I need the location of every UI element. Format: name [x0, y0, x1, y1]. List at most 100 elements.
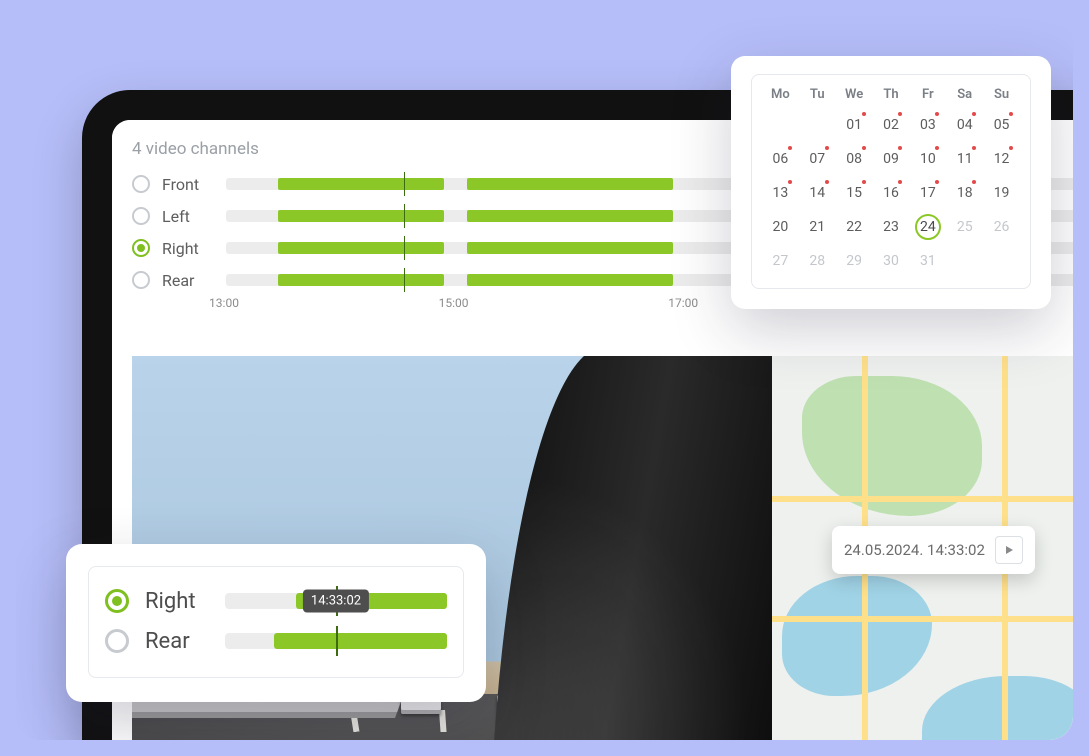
- zoom-radio-rear[interactable]: [105, 629, 129, 653]
- calendar-day[interactable]: 23: [873, 210, 910, 244]
- calendar-day: 27: [762, 244, 799, 278]
- calendar-day[interactable]: 19: [983, 176, 1020, 210]
- calendar-day[interactable]: 21: [799, 210, 836, 244]
- calendar-event-dot-icon: [972, 112, 976, 116]
- calendar-day-number: 26: [994, 219, 1010, 235]
- calendar-day-number: 01: [846, 117, 862, 133]
- channel-label: Right: [162, 239, 214, 258]
- calendar-day[interactable]: 20: [762, 210, 799, 244]
- calendar-day[interactable]: 15: [836, 176, 873, 210]
- calendar-event-dot-icon: [935, 180, 939, 184]
- calendar-day-number: 14: [809, 185, 825, 201]
- recording-segment: [278, 210, 444, 222]
- zoom-row-rear: Rear: [105, 621, 447, 661]
- calendar-day[interactable]: 16: [873, 176, 910, 210]
- calendar-day-number: 07: [809, 151, 825, 167]
- zoom-track-right[interactable]: 14:33:02: [225, 590, 447, 612]
- calendar-day-number: 21: [809, 219, 825, 235]
- calendar-dow: Th: [873, 87, 910, 108]
- calendar-event-dot-icon: [862, 146, 866, 150]
- calendar-event-dot-icon: [862, 112, 866, 116]
- calendar-day-number: 12: [994, 151, 1010, 167]
- calendar-day-number: 02: [883, 117, 899, 133]
- calendar-day: [762, 108, 799, 142]
- playhead[interactable]: [404, 236, 406, 260]
- calendar-day: 29: [836, 244, 873, 278]
- calendar-day: [946, 244, 983, 278]
- calendar-event-dot-icon: [788, 180, 792, 184]
- calendar-day[interactable]: 18: [946, 176, 983, 210]
- map-popup-text: 24.05.2024. 14:33:02: [844, 541, 985, 559]
- calendar-day[interactable]: 01: [836, 108, 873, 142]
- calendar-event-dot-icon: [1009, 146, 1013, 150]
- calendar-event-dot-icon: [898, 146, 902, 150]
- recording-segment: [278, 178, 444, 190]
- recording-segment: [274, 633, 447, 649]
- calendar-day[interactable]: 22: [836, 210, 873, 244]
- calendar-event-dot-icon: [825, 146, 829, 150]
- calendar-day[interactable]: 02: [873, 108, 910, 142]
- channel-radio-right[interactable]: [132, 239, 150, 257]
- calendar-day[interactable]: 13: [762, 176, 799, 210]
- calendar-day[interactable]: 10: [909, 142, 946, 176]
- calendar-day-number: 29: [846, 253, 862, 269]
- timeline-tick: 17:00: [668, 296, 698, 310]
- zoom-track-rear[interactable]: [225, 630, 447, 652]
- playhead[interactable]: [404, 268, 406, 292]
- calendar-day[interactable]: 24: [909, 210, 946, 244]
- playhead[interactable]: [404, 172, 406, 196]
- zoom-row-right: Right 14:33:02: [105, 581, 447, 621]
- calendar-dow: Tu: [799, 87, 836, 108]
- recording-segment: [467, 210, 673, 222]
- calendar-event-dot-icon: [935, 146, 939, 150]
- calendar-popover: MoTuWeThFrSaSu 0102030405060708091011121…: [731, 56, 1051, 309]
- timeline-tick: 15:00: [439, 296, 469, 310]
- calendar-dow: Fr: [909, 87, 946, 108]
- calendar-day[interactable]: 07: [799, 142, 836, 176]
- calendar-day: 28: [799, 244, 836, 278]
- map-popup-play-button[interactable]: [995, 536, 1023, 564]
- calendar-day[interactable]: 06: [762, 142, 799, 176]
- recording-segment: [467, 178, 673, 190]
- channel-radio-left[interactable]: [132, 207, 150, 225]
- playhead[interactable]: [404, 204, 406, 228]
- calendar-event-dot-icon: [898, 112, 902, 116]
- map-view[interactable]: 24.05.2024. 14:33:02: [772, 356, 1073, 740]
- calendar-day[interactable]: 08: [836, 142, 873, 176]
- calendar-day[interactable]: 05: [983, 108, 1020, 142]
- calendar-day[interactable]: 17: [909, 176, 946, 210]
- calendar-day-number: 27: [773, 253, 789, 269]
- calendar-day-number: 17: [920, 185, 936, 201]
- channel-radio-front[interactable]: [132, 175, 150, 193]
- calendar-day[interactable]: 03: [909, 108, 946, 142]
- calendar-day-number: 30: [883, 253, 899, 269]
- calendar-event-dot-icon: [825, 180, 829, 184]
- calendar-day-number: 28: [809, 253, 825, 269]
- zoom-radio-right[interactable]: [105, 589, 129, 613]
- calendar-day-number: 25: [957, 219, 973, 235]
- playhead[interactable]: [336, 626, 338, 656]
- calendar-day: 31: [909, 244, 946, 278]
- calendar-event-dot-icon: [862, 180, 866, 184]
- calendar-day-number: 16: [883, 185, 899, 201]
- channel-radio-rear[interactable]: [132, 271, 150, 289]
- calendar-day[interactable]: 11: [946, 142, 983, 176]
- calendar-day-number: 22: [846, 219, 862, 235]
- map-popup: 24.05.2024. 14:33:02: [832, 526, 1035, 574]
- calendar-day-number: 08: [846, 151, 862, 167]
- calendar-day[interactable]: 04: [946, 108, 983, 142]
- calendar-day[interactable]: 09: [873, 142, 910, 176]
- calendar-day-number: 10: [920, 151, 936, 167]
- calendar-event-dot-icon: [788, 146, 792, 150]
- zoom-label: Rear: [145, 629, 209, 654]
- calendar-day-number: 06: [773, 151, 789, 167]
- calendar-day-number: 05: [994, 117, 1010, 133]
- calendar-day-number: 23: [883, 219, 899, 235]
- zoom-label: Right: [145, 589, 209, 614]
- calendar-day[interactable]: 12: [983, 142, 1020, 176]
- calendar-day[interactable]: 14: [799, 176, 836, 210]
- recording-segment: [278, 274, 444, 286]
- calendar-day: 30: [873, 244, 910, 278]
- calendar-day-number: 15: [846, 185, 862, 201]
- calendar-event-dot-icon: [972, 180, 976, 184]
